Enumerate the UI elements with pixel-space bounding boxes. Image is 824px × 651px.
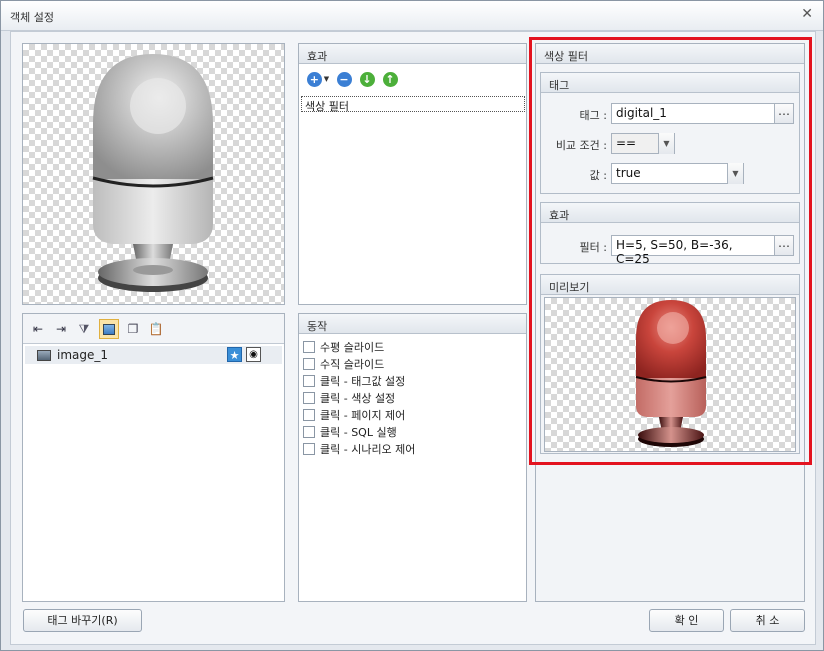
image-file-icon — [37, 349, 51, 361]
objects-toolbar: ⇤ ⇥ ⧩ ❐ 📋 — [23, 314, 284, 344]
action-checkbox[interactable] — [303, 374, 315, 387]
object-list-item[interactable]: image_1 ★ ◉ — [25, 346, 282, 364]
value-select[interactable]: true ▼ — [611, 163, 744, 184]
action-label: 클릭 - 태그값 설정 — [320, 374, 406, 388]
filter-icon: ⧩ — [78, 321, 90, 336]
action-label: 수평 슬라이드 — [320, 340, 385, 354]
action-checkbox[interactable] — [303, 442, 315, 455]
filter-input-value: H=5, S=50, B=-36, C=25 — [616, 238, 733, 266]
action-item[interactable]: 클릭 - 시나리오 제어 — [303, 440, 415, 457]
copy-icon: ❐ — [127, 322, 139, 336]
color-filter-header: 색상 필터 — [536, 44, 804, 64]
value-select-value: true — [616, 166, 641, 180]
compare-label: 비교 조건 : — [555, 139, 607, 152]
outdent-button[interactable]: ⇤ — [29, 320, 47, 338]
title-bar: 객체 설정 ✕ — [1, 1, 823, 31]
ellipsis-icon: … — [778, 104, 790, 118]
filter-input[interactable]: H=5, S=50, B=-36, C=25 — [611, 235, 775, 266]
ellipsis-icon: … — [778, 236, 790, 250]
tag-label: 태그 : — [579, 109, 607, 122]
visibility-eye-icon[interactable]: ◉ — [246, 347, 261, 362]
action-item[interactable]: 클릭 - 태그값 설정 — [303, 372, 405, 389]
tag-group-header: 태그 — [541, 73, 799, 93]
effects-list-item[interactable]: 색상 필터 — [301, 96, 525, 113]
window-title: 객체 설정 — [10, 11, 54, 24]
add-effect-button[interactable]: + ▼ — [305, 70, 331, 88]
filter-edit-button[interactable]: … — [774, 235, 794, 256]
action-checkbox[interactable] — [303, 408, 315, 421]
filter-label: 필터 : — [579, 241, 607, 254]
arrow-up-icon: ↑ — [382, 71, 398, 87]
filter-button[interactable]: ⧩ — [75, 320, 93, 338]
dropdown-arrow-icon: ▼ — [323, 75, 330, 83]
effect-group-header: 효과 — [541, 203, 799, 223]
filter-preview-image — [544, 297, 796, 452]
paste-icon: 📋 — [148, 322, 164, 336]
action-checkbox[interactable] — [303, 425, 315, 438]
objects-panel: ⇤ ⇥ ⧩ ❐ 📋 image_1 ★ ◉ — [22, 313, 285, 602]
effects-panel: 효과 + ▼ − ↓ ↑ 색상 필터 — [298, 43, 527, 305]
action-item[interactable]: 클릭 - 페이지 제어 — [303, 406, 405, 423]
preview-group: 미리보기 — [540, 274, 800, 454]
outdent-icon: ⇤ — [32, 322, 44, 336]
paste-button[interactable]: 📋 — [147, 320, 165, 338]
object-image-preview — [22, 43, 285, 305]
minus-icon: − — [336, 71, 352, 87]
chevron-down-icon: ▼ — [658, 133, 674, 154]
arrow-down-icon: ↓ — [359, 71, 375, 87]
ok-button[interactable]: 확 인 — [649, 609, 724, 632]
change-tag-button[interactable]: 태그 바꾸기(R) — [23, 609, 142, 632]
cancel-button[interactable]: 취 소 — [730, 609, 805, 632]
action-checkbox[interactable] — [303, 357, 315, 370]
copy-button[interactable]: ❐ — [124, 320, 142, 338]
action-label: 클릭 - 시나리오 제어 — [320, 442, 416, 456]
dialog-window: 객체 설정 ✕ 효과 + ▼ − ↓ ↑ 색상 필터 ⇤ ⇥ ⧩ ❐ 📋 ima… — [0, 0, 824, 651]
indent-icon: ⇥ — [55, 322, 67, 336]
action-item[interactable]: 수평 슬라이드 — [303, 338, 384, 355]
action-label: 클릭 - SQL 실행 — [320, 425, 397, 439]
tag-group: 태그 태그 : digital_1 … 비교 조건 : == ▼ 값 : tru… — [540, 72, 800, 194]
remove-effect-button[interactable]: − — [335, 70, 353, 88]
add-icon: + — [306, 71, 322, 87]
action-item[interactable]: 클릭 - SQL 실행 — [303, 423, 397, 440]
close-icon[interactable]: ✕ — [801, 6, 813, 22]
move-down-button[interactable]: ↓ — [358, 70, 376, 88]
effects-list-item-label: 색상 필터 — [305, 100, 349, 113]
compare-select[interactable]: == ▼ — [611, 133, 675, 154]
indent-button[interactable]: ⇥ — [52, 320, 70, 338]
value-label: 값 : — [589, 169, 607, 182]
filtered-lamp-image — [635, 300, 707, 447]
action-label: 수직 슬라이드 — [320, 357, 385, 371]
image-mode-button[interactable] — [99, 319, 119, 339]
tag-input[interactable]: digital_1 — [611, 103, 775, 124]
actions-panel: 동작 수평 슬라이드 수직 슬라이드 클릭 - 태그값 설정 클릭 - 색상 설… — [298, 313, 527, 602]
original-lamp-image — [92, 54, 214, 292]
chevron-down-icon: ▼ — [727, 163, 743, 184]
tag-input-value: digital_1 — [616, 106, 667, 120]
action-label: 클릭 - 색상 설정 — [320, 391, 396, 405]
action-item[interactable]: 클릭 - 색상 설정 — [303, 389, 395, 406]
image-icon — [103, 323, 115, 335]
action-item[interactable]: 수직 슬라이드 — [303, 355, 384, 372]
move-up-button[interactable]: ↑ — [381, 70, 399, 88]
actions-header: 동작 — [299, 314, 526, 334]
preview-group-header: 미리보기 — [541, 275, 799, 295]
action-checkbox[interactable] — [303, 391, 315, 404]
compare-select-value: == — [616, 136, 637, 150]
tag-browse-button[interactable]: … — [774, 103, 794, 124]
action-label: 클릭 - 페이지 제어 — [320, 408, 406, 422]
favorite-star-icon[interactable]: ★ — [227, 347, 242, 362]
effect-group: 효과 필터 : H=5, S=50, B=-36, C=25 … — [540, 202, 800, 266]
effects-header: 효과 — [299, 44, 526, 64]
color-filter-panel: 색상 필터 태그 태그 : digital_1 … 비교 조건 : == ▼ 값… — [535, 43, 805, 602]
object-name: image_1 — [57, 348, 109, 362]
action-checkbox[interactable] — [303, 340, 315, 353]
